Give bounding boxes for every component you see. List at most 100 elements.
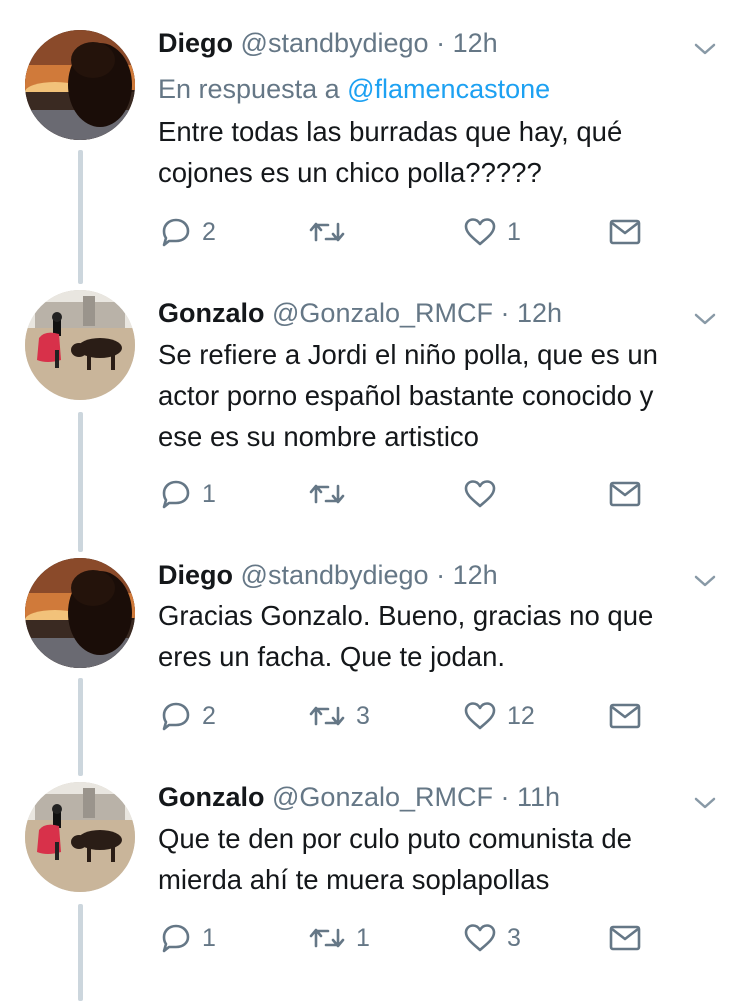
tweet-text-line: actor porno español bastante conocido y xyxy=(158,380,654,411)
tweet-text-line: eres un facha. Que te jodan. xyxy=(158,641,506,672)
separator-dot: · xyxy=(428,28,453,58)
chevron-down-icon[interactable] xyxy=(694,42,716,56)
tweet-actions: 1 1 3 xyxy=(158,920,648,956)
retweet-icon xyxy=(309,484,345,504)
avatar[interactable] xyxy=(25,558,135,668)
display-name[interactable]: Diego xyxy=(158,28,233,58)
tweet-actions: 2 3 12 xyxy=(158,698,648,734)
separator-dot: · xyxy=(428,560,453,590)
like-button[interactable] xyxy=(463,476,507,512)
like-button[interactable]: 12 xyxy=(463,698,535,734)
envelope-icon xyxy=(609,481,641,507)
tweet-actions: 1 xyxy=(158,476,648,512)
tweet-header: Gonzalo @Gonzalo_RMCF · 12h xyxy=(158,296,562,330)
timestamp[interactable]: 11h xyxy=(517,782,560,812)
retweet-icon xyxy=(309,928,345,948)
tweet-text-line: Que te den por culo puto comunista de xyxy=(158,823,632,854)
user-handle[interactable]: @Gonzalo_RMCF xyxy=(272,782,493,812)
chevron-down-icon[interactable] xyxy=(694,574,716,588)
like-button[interactable]: 1 xyxy=(463,214,521,250)
tweet-text: Gracias Gonzalo. Bueno, gracias no que e… xyxy=(158,595,728,677)
thread-connector-line xyxy=(78,524,83,552)
tweet-text-line: cojones es un chico polla????? xyxy=(158,157,542,188)
direct-message-button[interactable] xyxy=(608,214,642,250)
display-name[interactable]: Gonzalo xyxy=(158,782,265,812)
reply-bubble-icon xyxy=(162,480,190,509)
direct-message-button[interactable] xyxy=(608,476,642,512)
tweet[interactable]: Diego @standbydiego · 12h En respuesta a… xyxy=(0,0,738,262)
retweet-count: 1 xyxy=(356,923,370,952)
display-name[interactable]: Gonzalo xyxy=(158,298,265,328)
tweet[interactable]: Diego @standbydiego · 12h Gracias Gonzal… xyxy=(0,524,738,754)
tweet-text: Que te den por culo puto comunista de mi… xyxy=(158,818,728,900)
tweet-text-line: Gracias Gonzalo. Bueno, gracias no que xyxy=(158,600,654,631)
tweet-text: Se refiere a Jordi el niño polla, que es… xyxy=(158,334,728,457)
tweet-header: Gonzalo @Gonzalo_RMCF · 11h xyxy=(158,780,560,814)
reply-count: 1 xyxy=(202,479,216,508)
reply-mention-link[interactable]: @flamencastone xyxy=(347,74,550,104)
retweet-button[interactable]: 3 xyxy=(308,698,370,734)
reply-bubble-icon xyxy=(162,924,190,953)
like-button[interactable]: 3 xyxy=(463,920,521,956)
reply-bubble-icon xyxy=(162,218,190,247)
tweet-thread: Diego @standbydiego · 12h En respuesta a… xyxy=(0,0,738,1001)
tweet[interactable]: Gonzalo @Gonzalo_RMCF · 12h Se refiere a… xyxy=(0,256,738,528)
thread-connector-line xyxy=(78,750,83,776)
reply-button[interactable]: 1 xyxy=(160,920,216,956)
retweet-button[interactable] xyxy=(308,476,356,512)
reply-button[interactable]: 2 xyxy=(160,214,216,250)
retweet-icon xyxy=(309,706,345,726)
thread-connector-line xyxy=(78,256,83,284)
timestamp[interactable]: 12h xyxy=(517,298,562,328)
heart-icon xyxy=(464,702,496,730)
like-count: 12 xyxy=(507,701,535,730)
tweet-text-line: Entre todas las burradas que hay, qué xyxy=(158,116,623,147)
chevron-down-icon[interactable] xyxy=(694,312,716,326)
tweet-text: Entre todas las burradas que hay, qué co… xyxy=(158,111,728,193)
reply-button[interactable]: 1 xyxy=(160,476,216,512)
reply-context: En respuesta a @flamencastone xyxy=(158,72,550,106)
heart-icon xyxy=(464,480,496,508)
thread-connector-line xyxy=(78,904,83,1001)
thread-connector-line xyxy=(78,678,83,754)
display-name[interactable]: Diego xyxy=(158,560,233,590)
tweet-text-line: ese es su nombre artistico xyxy=(158,421,479,452)
reply-count: 2 xyxy=(202,701,216,730)
reply-bubble-icon xyxy=(162,702,190,731)
chevron-down-icon[interactable] xyxy=(694,796,716,810)
reply-count: 2 xyxy=(202,217,216,246)
retweet-count: 3 xyxy=(356,701,370,730)
avatar[interactable] xyxy=(25,290,135,400)
user-handle[interactable]: @standbydiego xyxy=(241,560,429,590)
avatar[interactable] xyxy=(25,782,135,892)
heart-icon xyxy=(464,218,496,246)
tweet-header: Diego @standbydiego · 12h xyxy=(158,26,498,60)
reply-count: 1 xyxy=(202,923,216,952)
tweet-actions: 2 1 xyxy=(158,214,648,250)
timestamp[interactable]: 12h xyxy=(453,560,498,590)
like-count: 1 xyxy=(507,217,521,246)
heart-icon xyxy=(464,924,496,952)
reply-button[interactable]: 2 xyxy=(160,698,216,734)
timestamp[interactable]: 12h xyxy=(453,28,498,58)
direct-message-button[interactable] xyxy=(608,920,642,956)
separator-dot: · xyxy=(493,298,517,328)
retweet-button[interactable] xyxy=(308,214,356,250)
retweet-icon xyxy=(309,222,345,242)
envelope-icon xyxy=(609,703,641,729)
retweet-button[interactable]: 1 xyxy=(308,920,370,956)
direct-message-button[interactable] xyxy=(608,698,642,734)
reply-prefix: En respuesta a xyxy=(158,74,348,104)
user-handle[interactable]: @Gonzalo_RMCF xyxy=(272,298,493,328)
thread-connector-line xyxy=(78,412,83,528)
avatar[interactable] xyxy=(25,30,135,140)
user-handle[interactable]: @standbydiego xyxy=(241,28,429,58)
like-count: 3 xyxy=(507,923,521,952)
tweet[interactable]: Gonzalo @Gonzalo_RMCF · 11h Que te den p… xyxy=(0,750,738,1001)
envelope-icon xyxy=(609,219,641,245)
tweet-text-line: Se refiere a Jordi el niño polla, que es… xyxy=(158,339,658,370)
envelope-icon xyxy=(609,925,641,951)
separator-dot: · xyxy=(493,782,517,812)
tweet-text-line: mierda ahí te muera soplapollas xyxy=(158,864,550,895)
tweet-header: Diego @standbydiego · 12h xyxy=(158,558,498,592)
